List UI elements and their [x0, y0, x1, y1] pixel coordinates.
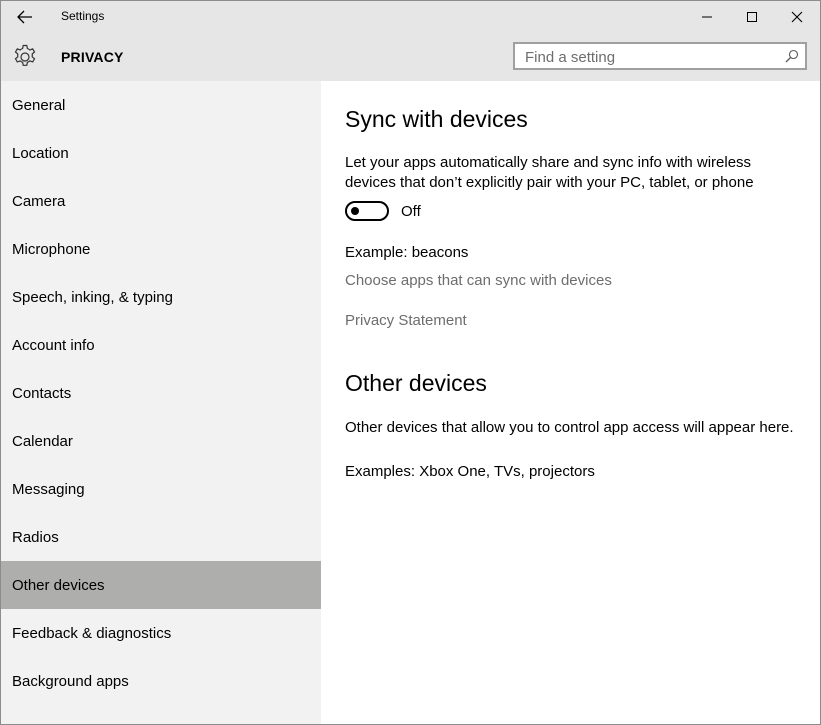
back-arrow-icon	[17, 10, 32, 24]
sync-heading: Sync with devices	[345, 106, 528, 132]
sync-toggle[interactable]	[345, 201, 389, 221]
sidebar-item-label: Microphone	[12, 241, 91, 258]
choose-apps-link[interactable]: Choose apps that can sync with devices	[345, 272, 612, 289]
search-input[interactable]	[523, 46, 777, 68]
privacy-statement-link[interactable]: Privacy Statement	[345, 312, 467, 329]
sidebar-item-radios[interactable]: Radios	[1, 513, 321, 561]
sidebar-item-label: Location	[12, 145, 69, 162]
sidebar-item-messaging[interactable]: Messaging	[1, 465, 321, 513]
sidebar-item-label: Messaging	[12, 481, 85, 498]
sidebar-item-label: Other devices	[12, 577, 105, 594]
maximize-icon	[747, 12, 757, 22]
search-box[interactable]	[513, 42, 807, 70]
sidebar-item-camera[interactable]: Camera	[1, 177, 321, 225]
settings-window: Settings PRIVACY Find a setting General …	[0, 0, 821, 725]
sidebar-item-microphone[interactable]: Microphone	[1, 225, 321, 273]
sidebar-nav: General Location Camera Microphone Speec…	[1, 81, 321, 724]
sidebar-item-label: Background apps	[12, 673, 129, 690]
page-header: PRIVACY	[1, 33, 820, 81]
gear-icon	[14, 44, 36, 66]
sidebar-item-location[interactable]: Location	[1, 129, 321, 177]
sidebar-item-label: General	[12, 97, 66, 114]
close-button[interactable]	[774, 1, 820, 33]
sidebar-item-feedback[interactable]: Feedback & diagnostics	[1, 609, 321, 657]
window-title: Settings	[61, 9, 105, 23]
sidebar-item-speech[interactable]: Speech, inking, & typing	[1, 273, 321, 321]
other-devices-examples: Examples: Xbox One, TVs, projectors	[345, 463, 595, 480]
other-devices-description: Other devices that allow you to control …	[345, 419, 794, 436]
sidebar-item-label: Camera	[12, 193, 66, 210]
sidebar-item-label: Contacts	[12, 385, 72, 402]
sidebar-item-label: Speech, inking, & typing	[12, 289, 173, 306]
sidebar-item-label: Calendar	[12, 433, 73, 450]
sidebar-item-contacts[interactable]: Contacts	[1, 369, 321, 417]
title-bar: Settings	[1, 1, 820, 33]
sidebar-item-label: Account info	[12, 337, 95, 354]
other-devices-heading: Other devices	[345, 370, 487, 396]
toggle-knob	[351, 207, 359, 215]
toggle-state-label: Off	[401, 203, 421, 220]
sidebar-item-other-devices[interactable]: Other devices	[1, 561, 321, 609]
sidebar-item-calendar[interactable]: Calendar	[1, 417, 321, 465]
minimize-button[interactable]	[684, 1, 730, 33]
sidebar-item-account-info[interactable]: Account info	[1, 321, 321, 369]
sidebar-item-general[interactable]: General	[1, 81, 321, 129]
sidebar-item-label: Radios	[12, 529, 59, 546]
back-button[interactable]	[9, 1, 41, 33]
example-text: Example: beacons	[345, 244, 469, 261]
section-title: PRIVACY	[61, 49, 124, 65]
search-icon[interactable]	[785, 49, 799, 63]
sync-description: Let your apps automatically share and sy…	[345, 154, 754, 191]
maximize-button[interactable]	[729, 1, 775, 33]
minimize-icon	[702, 16, 712, 18]
sidebar-item-label: Feedback & diagnostics	[12, 625, 172, 642]
sidebar-item-background-apps[interactable]: Background apps	[1, 657, 321, 705]
close-icon	[791, 11, 803, 23]
